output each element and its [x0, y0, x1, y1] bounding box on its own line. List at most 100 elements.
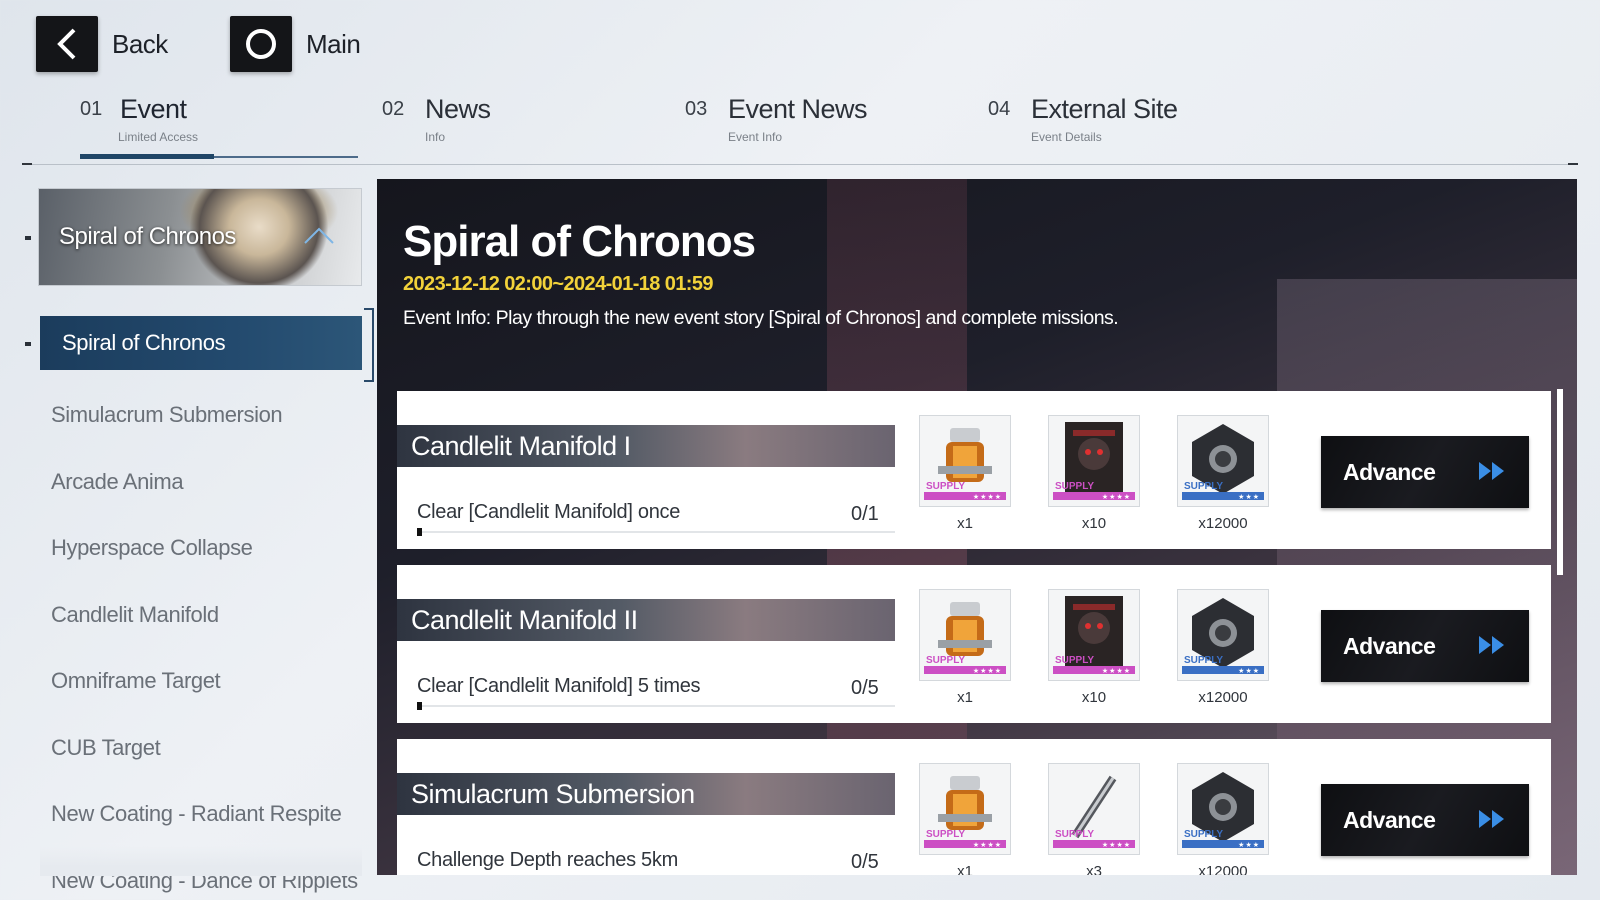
- tab-bar: 01 Event Limited Access 02 News Info 03 …: [0, 88, 1600, 166]
- supply-tag: SUPPLY: [1184, 481, 1224, 492]
- canister-icon: SUPPLY ★★★★: [919, 415, 1011, 507]
- tab-sublabel: Info: [425, 130, 446, 144]
- mission-progress-bar: [417, 528, 895, 536]
- tab-event-news[interactable]: 03 Event News Event Info: [685, 88, 965, 160]
- rarity-stars: ★★★★: [972, 494, 1002, 501]
- reward-qty: x1: [957, 689, 973, 706]
- tab-news[interactable]: 02 News Info: [382, 88, 662, 160]
- advance-button[interactable]: Advance: [1321, 610, 1529, 682]
- canister-icon: SUPPLY ★★★★: [919, 763, 1011, 855]
- advance-label: Advance: [1343, 806, 1436, 833]
- reward-item[interactable]: SUPPLY ★★★★ x1: [919, 415, 1011, 532]
- sidebar-item-arcade-anima[interactable]: Arcade Anima: [40, 449, 362, 516]
- tab-active-indicator: [80, 154, 214, 159]
- mission-row: Candlelit Manifold I Clear [Candlelit Ma…: [397, 391, 1551, 549]
- rarity-stars: ★★★★: [1101, 494, 1131, 501]
- rod-icon: SUPPLY ★★★★: [1048, 763, 1140, 855]
- tab-label: External Site: [1031, 94, 1178, 124]
- back-label: Back: [112, 28, 168, 59]
- banner-title: Spiral of Chronos: [59, 223, 236, 250]
- side-marker: [25, 236, 31, 240]
- mission-condition: Clear [Candlelit Manifold] once: [417, 501, 681, 523]
- rarity-stars: ★★★★: [972, 668, 1002, 675]
- reward-item[interactable]: SUPPLY ★★★★ x1: [919, 763, 1011, 875]
- tab-label: Event News: [728, 94, 868, 124]
- sidebar-item-cub-target[interactable]: CUB Target: [40, 715, 362, 782]
- reward-item[interactable]: SUPPLY ★★★★ x1: [919, 589, 1011, 706]
- rarity-stars: ★★★: [1238, 494, 1260, 501]
- supply-tag: SUPPLY: [926, 481, 966, 492]
- supply-tag: SUPPLY: [926, 655, 966, 666]
- supply-tag: SUPPLY: [1055, 829, 1095, 840]
- mission-scrollbar[interactable]: [1557, 389, 1563, 575]
- mission-row: Simulacrum Submersion Challenge Depth re…: [397, 739, 1551, 875]
- mission-title: Candlelit Manifold I: [411, 431, 631, 461]
- mission-title: Simulacrum Submersion: [411, 779, 695, 809]
- mission-count: 0/5: [851, 851, 879, 873]
- reward-item[interactable]: SUPPLY ★★★★ x3: [1048, 763, 1140, 875]
- reward-qty: x1: [957, 515, 973, 532]
- home-circle-icon: [230, 16, 292, 72]
- header-divider: [22, 163, 1578, 165]
- sidebar-item-simulacrum-submersion[interactable]: Simulacrum Submersion: [40, 382, 362, 449]
- main-button[interactable]: Main: [230, 16, 361, 72]
- rarity-stars: ★★★: [1238, 842, 1260, 849]
- reward-qty: x10: [1081, 689, 1107, 706]
- event-info: Event Info: Play through the new event s…: [403, 307, 1119, 329]
- event-detail-panel: Spiral of Chronos 2023-12-12 02:00~2024-…: [377, 179, 1577, 875]
- sidebar-item-radiant-respite[interactable]: New Coating - Radiant Respite: [40, 781, 362, 848]
- reward-item[interactable]: SUPPLY ★★★★ x10: [1048, 415, 1140, 532]
- chevron-up-icon: [303, 225, 335, 250]
- mission-row: Candlelit Manifold II Clear [Candlelit M…: [397, 565, 1551, 723]
- tab-sublabel: Event Details: [1031, 130, 1102, 144]
- advance-button[interactable]: Advance: [1321, 784, 1529, 856]
- mission-title-bar: Candlelit Manifold II: [397, 599, 895, 641]
- progress-fill: [417, 702, 422, 710]
- tab-event[interactable]: 01 Event Limited Access: [80, 88, 360, 160]
- tab-number: 01: [80, 98, 103, 120]
- supply-tag: SUPPLY: [1184, 829, 1224, 840]
- reward-item[interactable]: SUPPLY ★★★ x12000: [1177, 415, 1269, 532]
- sidebar-item-omniframe-target[interactable]: Omniframe Target: [40, 648, 362, 715]
- event-list: Spiral of Chronos Simulacrum Submersion …: [40, 308, 374, 900]
- hex-nut-icon: SUPPLY ★★★: [1177, 763, 1269, 855]
- rarity-stars: ★★★★: [1101, 668, 1131, 675]
- sidebar-item-hyperspace-collapse[interactable]: Hyperspace Collapse: [40, 515, 362, 582]
- progress-fill: [417, 528, 422, 536]
- double-arrow-icon: [1477, 458, 1507, 489]
- tab-label: News: [425, 94, 491, 124]
- mission-condition: Clear [Candlelit Manifold] 5 times: [417, 675, 701, 697]
- mission-title-bar: Simulacrum Submersion: [397, 773, 895, 815]
- hex-nut-icon: SUPPLY ★★★: [1177, 415, 1269, 507]
- mission-progress-bar: [417, 702, 895, 710]
- sidebar-item-candlelit-manifold[interactable]: Candlelit Manifold: [40, 582, 362, 649]
- back-arrow-icon: [36, 16, 98, 72]
- advance-button[interactable]: Advance: [1321, 436, 1529, 508]
- event-banner[interactable]: Spiral of Chronos: [38, 188, 362, 286]
- supply-tag: SUPPLY: [1184, 655, 1224, 666]
- back-button[interactable]: Back: [36, 16, 168, 72]
- no-data-card-icon: SUPPLY ★★★★: [1048, 589, 1140, 681]
- reward-item[interactable]: SUPPLY ★★★ x12000: [1177, 763, 1269, 875]
- tab-external-site[interactable]: 04 External Site Event Details: [988, 88, 1268, 160]
- reward-qty: x12000: [1198, 515, 1248, 532]
- supply-tag: SUPPLY: [926, 829, 966, 840]
- reward-item[interactable]: SUPPLY ★★★ x12000: [1177, 589, 1269, 706]
- hex-nut-icon: SUPPLY ★★★: [1177, 589, 1269, 681]
- reward-item[interactable]: SUPPLY ★★★★ x10: [1048, 589, 1140, 706]
- supply-tag: SUPPLY: [1055, 655, 1095, 666]
- double-arrow-icon: [1477, 806, 1507, 837]
- canister-icon: SUPPLY ★★★★: [919, 589, 1011, 681]
- tab-number: 03: [685, 98, 708, 120]
- tab-number: 02: [382, 98, 405, 120]
- main-label: Main: [306, 28, 361, 59]
- reward-qty: x12000: [1198, 689, 1248, 706]
- double-arrow-icon: [1477, 632, 1507, 663]
- reward-qty: x12000: [1198, 863, 1248, 875]
- mission-title-bar: Candlelit Manifold I: [397, 425, 895, 467]
- reward-qty: x3: [1086, 863, 1102, 875]
- mission-list[interactable]: Candlelit Manifold I Clear [Candlelit Ma…: [397, 391, 1551, 875]
- rarity-stars: ★★★: [1238, 668, 1260, 675]
- sidebar-item-spiral-of-chronos[interactable]: Spiral of Chronos: [40, 308, 374, 382]
- mission-count: 0/5: [851, 677, 879, 699]
